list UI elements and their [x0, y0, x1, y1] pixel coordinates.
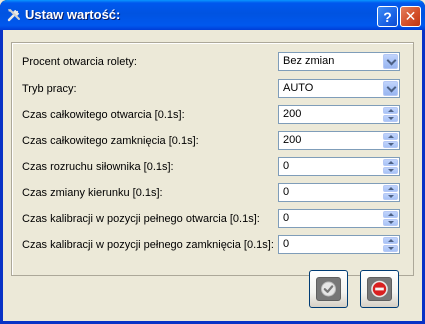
full-open-time-spinbox[interactable]: 200: [278, 105, 400, 124]
calibration-open-time-value: 0: [283, 212, 290, 224]
dialog-window: Ustaw wartość: ? ✕ Procent otwarcia role…: [0, 0, 425, 324]
help-icon: ?: [383, 8, 392, 25]
spin-down-icon[interactable]: [383, 115, 398, 122]
ok-button[interactable]: [309, 270, 348, 308]
label-actuator-start-time: Czas rozruchu siłownika [0.1s]:: [22, 161, 174, 173]
close-button[interactable]: ✕: [400, 6, 421, 27]
blind-opening-percent-value: Bez zmian: [283, 55, 335, 67]
spin-down-icon[interactable]: [383, 193, 398, 200]
spin-down-icon[interactable]: [383, 167, 398, 174]
spin-up-icon[interactable]: [383, 211, 398, 218]
label-blind-opening-percent: Procent otwarcia rolety:: [22, 56, 137, 68]
label-full-open-time: Czas całkowitego otwarcia [0.1s]:: [22, 109, 185, 121]
actuator-start-time-spinbox[interactable]: 0: [278, 157, 400, 176]
spin-up-icon[interactable]: [383, 185, 398, 192]
chevron-down-icon[interactable]: [383, 81, 398, 96]
no-entry-icon: [371, 280, 388, 298]
cancel-button-face: [367, 277, 392, 301]
direction-change-time-spinbox[interactable]: 0: [278, 183, 400, 202]
spin-down-icon[interactable]: [383, 219, 398, 226]
spin-up-icon[interactable]: [383, 159, 398, 166]
title-bar[interactable]: Ustaw wartość: ? ✕: [0, 0, 425, 30]
full-close-time-value: 200: [283, 134, 302, 146]
checkmark-icon: [321, 281, 336, 297]
blind-opening-percent-select[interactable]: Bez zmian: [278, 52, 400, 71]
calibration-open-time-spinbox[interactable]: 0: [278, 209, 400, 228]
full-open-time-value: 200: [283, 108, 302, 120]
work-mode-value: AUTO: [283, 82, 314, 94]
help-button[interactable]: ?: [377, 6, 398, 27]
spin-up-icon[interactable]: [383, 133, 398, 140]
label-full-close-time: Czas całkowitego zamknięcia [0.1s]:: [22, 135, 199, 147]
spin-down-icon[interactable]: [383, 141, 398, 148]
calibration-close-time-spinbox[interactable]: 0: [278, 235, 400, 254]
spin-down-icon[interactable]: [383, 245, 398, 252]
tools-icon: [7, 9, 20, 22]
calibration-close-time-value: 0: [283, 238, 290, 250]
cancel-button[interactable]: [360, 270, 399, 308]
spin-up-icon[interactable]: [383, 237, 398, 244]
ok-button-face: [316, 277, 341, 301]
chevron-down-icon[interactable]: [383, 54, 398, 69]
label-work-mode: Tryb pracy:: [22, 83, 77, 95]
label-direction-change-time: Czas zmiany kierunku [0.1s]:: [22, 187, 163, 199]
label-calibration-close-time: Czas kalibracji w pozycji pełnego zamkni…: [22, 239, 274, 251]
spin-up-icon[interactable]: [383, 107, 398, 114]
close-icon: ✕: [404, 8, 417, 24]
actuator-start-time-value: 0: [283, 160, 290, 172]
direction-change-time-value: 0: [283, 186, 290, 198]
label-calibration-open-time: Czas kalibracji w pozycji pełnego otwarc…: [22, 213, 260, 225]
window-title: Ustaw wartość:: [25, 7, 121, 22]
work-mode-select[interactable]: AUTO: [278, 79, 400, 98]
full-close-time-spinbox[interactable]: 200: [278, 131, 400, 150]
